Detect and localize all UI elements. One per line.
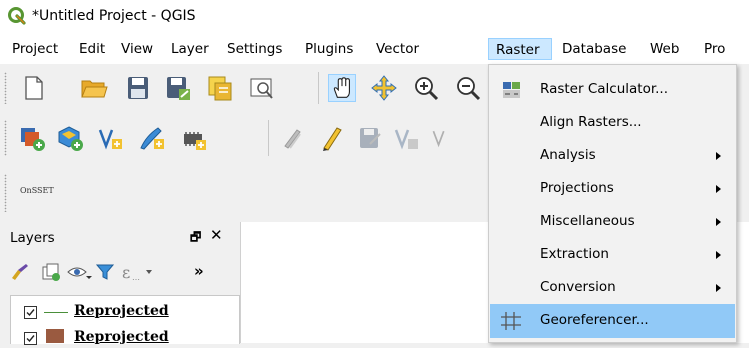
panel-overflow-icon[interactable]: »	[194, 262, 204, 280]
menu-item-label: Extraction	[540, 246, 609, 262]
filter-legend-icon[interactable]	[94, 262, 116, 282]
menu-item-label: Analysis	[540, 147, 596, 163]
menu-item-miscellaneous[interactable]: Miscellaneous	[490, 205, 735, 239]
close-panel-icon[interactable]: ✕	[210, 226, 223, 244]
new-spatialite-layer-icon[interactable]	[138, 124, 166, 152]
toolbar-grip[interactable]	[4, 72, 7, 104]
layers-panel-title: Layers	[10, 230, 55, 246]
layer-name[interactable]: Reprojected	[74, 303, 169, 319]
menu-layer[interactable]: Layer	[171, 38, 209, 60]
toolbar-grip[interactable]	[4, 174, 7, 212]
new-virtual-layer-icon[interactable]	[180, 124, 208, 152]
submenu-arrow-icon	[716, 218, 721, 226]
save-as-icon[interactable]	[164, 74, 192, 102]
toolbar-separator	[268, 120, 269, 156]
submenu-arrow-icon	[716, 284, 721, 292]
layout-manager-icon[interactable]	[248, 74, 276, 102]
submenu-arrow-icon	[716, 152, 721, 160]
float-panel-icon[interactable]: 🗗	[190, 228, 201, 249]
layer-checkbox[interactable]	[24, 306, 37, 319]
layer-checkbox[interactable]	[24, 332, 37, 345]
menu-item-conversion[interactable]: Conversion	[490, 271, 735, 305]
onsset-plugin-button[interactable]: OnSSET	[20, 186, 54, 195]
svg-text:…: …	[132, 273, 140, 282]
menu-plugins[interactable]: Plugins	[305, 38, 353, 60]
new-shapefile-layer-icon[interactable]	[96, 124, 124, 152]
menu-item-label: Georeferencer...	[540, 312, 649, 328]
menu-item-label: Align Rasters...	[540, 114, 642, 130]
toolbar-separator	[318, 72, 319, 104]
menu-database[interactable]: Database	[562, 38, 626, 60]
menu-item-label: Conversion	[540, 279, 616, 295]
menu-item-projections[interactable]: Projections	[490, 172, 735, 206]
menu-project[interactable]: Project	[12, 38, 58, 60]
checkmark-icon	[26, 309, 35, 317]
raster-calculator-icon	[503, 82, 520, 98]
pan-to-selection-icon[interactable]	[370, 74, 398, 102]
menu-item-align-rasters[interactable]: Align Rasters...	[490, 106, 735, 140]
open-project-icon[interactable]	[80, 74, 108, 102]
menu-item-raster-calculator[interactable]: Raster Calculator...	[490, 73, 735, 107]
zoom-out-icon[interactable]	[448, 74, 488, 102]
save-layer-edits-icon[interactable]	[356, 124, 384, 152]
toolbar-grip[interactable]	[4, 120, 7, 156]
menu-item-label: Miscellaneous	[540, 213, 635, 229]
menu-item-georeferencer[interactable]: Georeferencer...	[490, 304, 735, 338]
menu-raster[interactable]: Raster	[488, 38, 552, 60]
manage-visibility-icon[interactable]	[66, 262, 92, 282]
submenu-arrow-icon	[716, 251, 721, 259]
window-title: *Untitled Project - QGIS	[32, 8, 196, 24]
data-source-manager-icon[interactable]	[18, 124, 46, 152]
vertex-tool-icon[interactable]	[430, 124, 454, 152]
line-symbol-icon	[44, 312, 68, 313]
add-group-icon[interactable]	[40, 262, 62, 282]
submenu-arrow-icon	[716, 185, 721, 193]
pan-map-icon[interactable]	[328, 74, 356, 102]
filter-by-expression-icon[interactable]: ε…	[120, 262, 158, 282]
menu-vector[interactable]: Vector	[376, 38, 419, 60]
menu-item-analysis[interactable]: Analysis	[490, 139, 735, 173]
menu-processing[interactable]: Pro	[704, 38, 725, 60]
qgis-logo-icon	[8, 7, 26, 25]
style-manager-icon[interactable]	[8, 262, 32, 282]
fill-symbol-icon	[46, 329, 64, 343]
current-edits-icon[interactable]	[280, 124, 308, 152]
menu-item-label: Raster Calculator...	[540, 81, 669, 97]
save-project-icon[interactable]	[124, 74, 152, 102]
add-vector-layer-icon[interactable]	[56, 124, 84, 152]
new-project-icon[interactable]	[20, 74, 48, 102]
checkmark-icon	[26, 335, 35, 343]
menu-bar	[0, 32, 749, 64]
menu-item-extraction[interactable]: Extraction	[490, 238, 735, 272]
new-print-layout-icon[interactable]	[206, 74, 234, 102]
zoom-in-icon[interactable]	[412, 74, 440, 102]
georeferencer-icon	[501, 312, 521, 330]
menu-settings[interactable]: Settings	[227, 38, 282, 60]
menu-web[interactable]: Web	[650, 38, 679, 60]
toggle-editing-icon[interactable]	[318, 124, 346, 152]
add-point-feature-icon[interactable]	[392, 124, 420, 152]
menu-edit[interactable]: Edit	[79, 38, 105, 60]
raster-dropdown-menu: Raster Calculator... Align Rasters... An…	[488, 64, 737, 343]
menu-view[interactable]: View	[121, 38, 153, 60]
svg-text:ε: ε	[122, 263, 130, 282]
menu-item-label: Projections	[540, 180, 614, 196]
